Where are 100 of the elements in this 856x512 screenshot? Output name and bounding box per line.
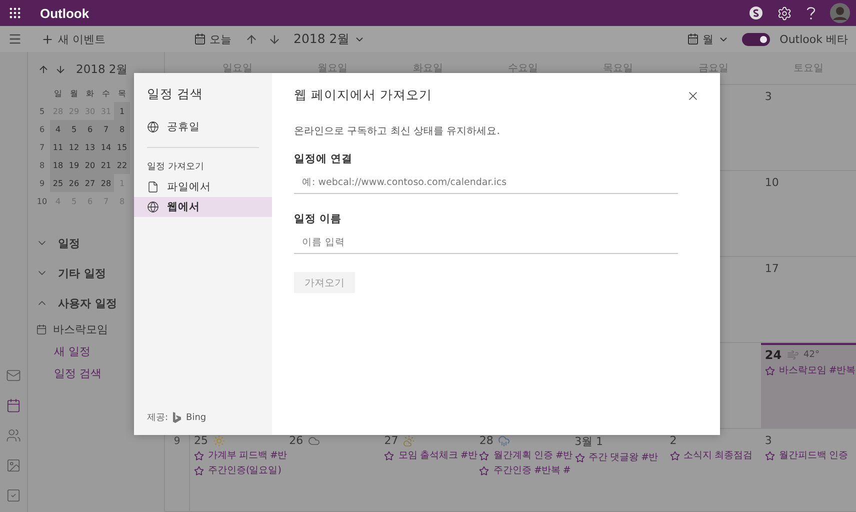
calendar-icon: [686, 33, 699, 45]
mini-calendar-day[interactable]: 20: [82, 156, 98, 174]
mini-calendar-day[interactable]: 4: [50, 120, 66, 138]
star-icon: [479, 466, 490, 476]
app-title: Outlook: [40, 6, 90, 20]
date-number: 2: [670, 434, 677, 447]
star-icon: [479, 450, 490, 460]
mini-calendar-day[interactable]: 14: [98, 138, 114, 156]
dialog-description: 온라인으로 구독하고 최신 상태를 유지하세요.: [294, 125, 501, 138]
date-number: 17: [764, 262, 779, 275]
field-label: 일정 이름: [294, 212, 343, 226]
mini-calendar-day[interactable]: 22: [114, 156, 130, 174]
date-number: 3월 1: [574, 434, 604, 449]
calendar-icon[interactable]: [6, 398, 22, 414]
date-number: 24: [764, 348, 782, 362]
mail-icon[interactable]: [6, 368, 22, 384]
event-title[interactable]: 주간인증(일요일): [208, 464, 281, 477]
event-title[interactable]: 주간 댓글왕 #반: [588, 451, 658, 464]
weekday-label: 목: [118, 88, 126, 98]
calendar-item[interactable]: 바스락모임: [34, 318, 164, 340]
next-month-icon[interactable]: [55, 64, 66, 74]
star-icon: [384, 450, 394, 460]
week-number: 9: [39, 178, 45, 188]
week-number: 10: [36, 196, 48, 206]
mini-calendar-day[interactable]: 15: [114, 138, 130, 156]
week-number: 7: [39, 142, 45, 152]
mini-calendar-day[interactable]: 26: [66, 174, 82, 192]
week-number: 9: [174, 436, 180, 448]
provider-name: Bing: [186, 412, 206, 422]
source-item[interactable]: 공휴일: [134, 117, 272, 137]
weekday-label: 수: [102, 88, 110, 98]
week-number: 8: [39, 160, 45, 170]
mini-calendar-day[interactable]: 18: [50, 156, 66, 174]
event-title[interactable]: 소식지 최종점검: [684, 449, 753, 462]
people-icon[interactable]: [6, 428, 22, 444]
mini-calendar-day[interactable]: 11: [50, 138, 66, 156]
date-number: 26: [289, 434, 304, 447]
star-icon: [670, 450, 680, 460]
checkbox-icon[interactable]: [6, 488, 22, 504]
event-title[interactable]: 월간계획 인증 #반: [493, 449, 572, 462]
star-icon: [764, 450, 775, 460]
beta-toggle[interactable]: [742, 32, 770, 46]
provider-label: 제공:: [147, 412, 168, 424]
event-title[interactable]: 바스락모임 #반복: [778, 364, 856, 377]
mini-calendar-day[interactable]: 13: [82, 138, 98, 156]
help-icon[interactable]: [806, 6, 816, 20]
today-cell[interactable]: 24 42° 바스락모임 #반복: [760, 343, 856, 429]
close-button[interactable]: [686, 89, 700, 103]
next-arrow-icon[interactable]: [268, 32, 280, 46]
field-label: 일정에 연결: [294, 152, 354, 166]
import-option[interactable]: 웹에서: [134, 197, 272, 217]
chat-icon[interactable]: [749, 6, 763, 20]
settings-icon[interactable]: [777, 6, 792, 20]
mini-calendar-day[interactable]: 27: [82, 174, 98, 192]
mini-calendar-day[interactable]: 19: [66, 156, 82, 174]
period-picker[interactable]: 2018 2월: [290, 28, 368, 50]
mini-calendar-day[interactable]: 6: [82, 120, 98, 138]
star-icon: [194, 450, 204, 460]
plus-icon: [41, 32, 54, 46]
mini-calendar-day[interactable]: 25: [50, 174, 66, 192]
mini-calendar-day[interactable]: 7: [98, 120, 114, 138]
date-number: 10: [764, 176, 779, 189]
star-icon: [574, 452, 585, 462]
date-number: 25: [194, 434, 208, 447]
calendar-icon: [194, 33, 206, 45]
globe-icon: [147, 121, 159, 133]
section-label: 일정 가져오기: [147, 161, 205, 173]
mini-calendar-day[interactable]: 1: [114, 102, 130, 120]
mini-calendar-day[interactable]: 28: [98, 174, 114, 192]
file-icon: [147, 181, 159, 193]
app-launcher-icon[interactable]: [8, 6, 22, 20]
date-number: 3: [764, 434, 772, 447]
mini-calendar-day[interactable]: 21: [98, 156, 114, 174]
event-title[interactable]: 가계부 피드백 #반: [208, 449, 287, 462]
mini-calendar-day[interactable]: 5: [66, 120, 82, 138]
event-title[interactable]: 월간피드백 인증: [778, 449, 848, 462]
avatar[interactable]: [830, 3, 850, 23]
event-title[interactable]: 주간인증 #반복 #: [493, 464, 570, 477]
import-option[interactable]: 파일에서: [134, 177, 272, 197]
event-title[interactable]: 모임 출석체크 #반: [398, 449, 478, 462]
star-icon: [194, 466, 204, 476]
new-event-button[interactable]: 새 이벤트: [38, 30, 108, 48]
mini-calendar-day[interactable]: 8: [114, 120, 130, 138]
star-icon: [764, 366, 775, 376]
weekday-label: 월: [70, 88, 78, 98]
previous-month-icon[interactable]: [38, 64, 49, 74]
calendar-link[interactable]: 새 일정: [34, 340, 164, 362]
temperature: 42°: [804, 350, 820, 360]
previous-arrow-icon[interactable]: [244, 32, 258, 46]
globe-icon: [147, 201, 159, 213]
dialog-title: 웹 페이지에서 가져오기: [294, 87, 433, 104]
image-icon[interactable]: [6, 458, 22, 474]
date-number: 28: [479, 434, 494, 447]
bing-logo: [173, 412, 182, 423]
today-button[interactable]: 오늘: [190, 30, 234, 48]
date-number: 27: [384, 434, 398, 447]
menu-icon[interactable]: [8, 32, 22, 46]
mini-calendar-day[interactable]: 12: [66, 138, 82, 156]
calendar-link[interactable]: 일정 검색: [34, 362, 164, 384]
view-picker[interactable]: 월: [684, 30, 732, 48]
